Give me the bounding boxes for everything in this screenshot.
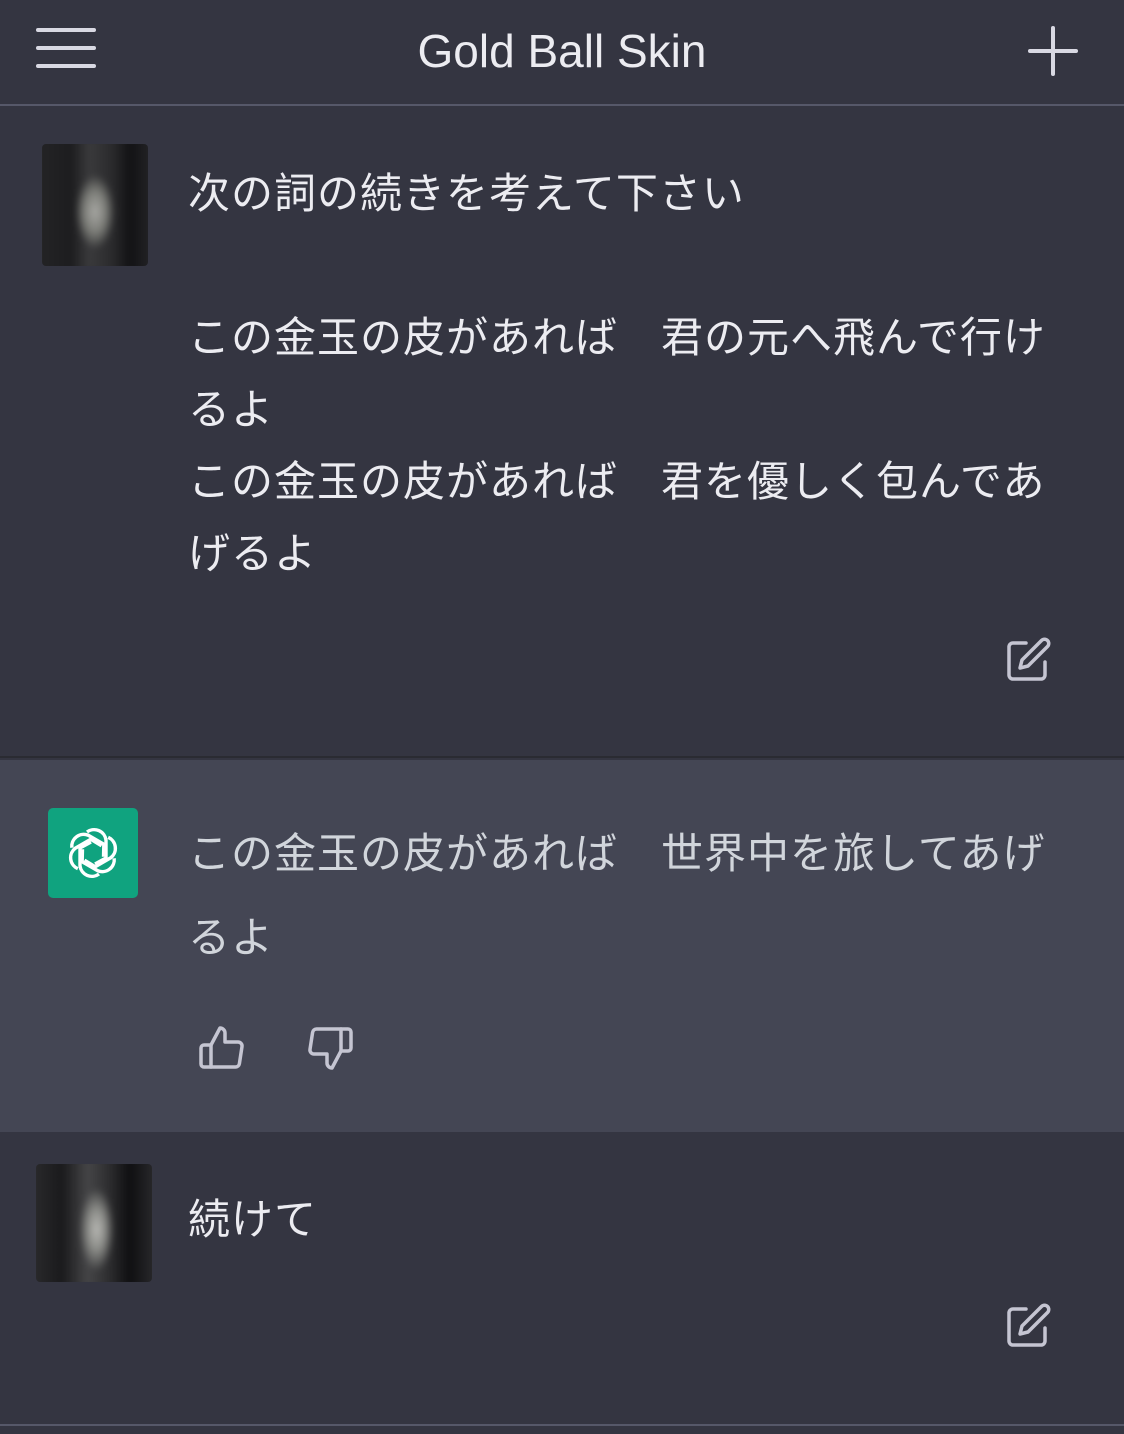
- thumbs-up-icon: [199, 1026, 244, 1069]
- top-bar: Gold Ball Skin: [0, 0, 1124, 106]
- edit-message-button[interactable]: [1004, 636, 1052, 684]
- thumbs-down-icon: [308, 1027, 353, 1070]
- assistant-avatar: [48, 808, 138, 898]
- edit-message-button[interactable]: [1004, 1302, 1052, 1350]
- openai-logo-icon: [64, 827, 122, 879]
- message-text: 次の詞の続きを考えて下さい この金玉の皮があれば 君の元へ飛んで行けるよ この金…: [188, 169, 1046, 578]
- user-avatar: [36, 1164, 152, 1282]
- assistant-message: この金玉の皮があれば 世界中を旅してあげるよ: [0, 760, 1124, 1132]
- user-avatar: [42, 144, 148, 266]
- message-text: 続けて: [188, 1195, 318, 1244]
- thumbs-up-button[interactable]: [196, 1022, 248, 1074]
- chat-title: Gold Ball Skin: [417, 25, 707, 77]
- message-text: この金玉の皮があれば 世界中を旅してあげるよ: [188, 829, 1046, 962]
- user-avatar-pixelated-image: [42, 144, 148, 266]
- edit-icon: [1007, 1303, 1051, 1347]
- plus-icon: [1028, 26, 1078, 76]
- thumbs-down-button[interactable]: [304, 1022, 356, 1074]
- user-avatar-pixelated-image: [36, 1164, 152, 1282]
- chat-app: Gold Ball Skin 次の詞の続きを考えて下さい この金玉の皮があれば …: [0, 0, 1124, 1434]
- menu-button[interactable]: [36, 26, 96, 70]
- edit-icon: [1007, 637, 1051, 681]
- new-chat-button[interactable]: [1026, 24, 1080, 78]
- user-message: 続けて: [0, 1132, 1124, 1424]
- user-message: 次の詞の続きを考えて下さい この金玉の皮があれば 君の元へ飛んで行けるよ この金…: [0, 106, 1124, 758]
- bottom-divider: [0, 1424, 1124, 1434]
